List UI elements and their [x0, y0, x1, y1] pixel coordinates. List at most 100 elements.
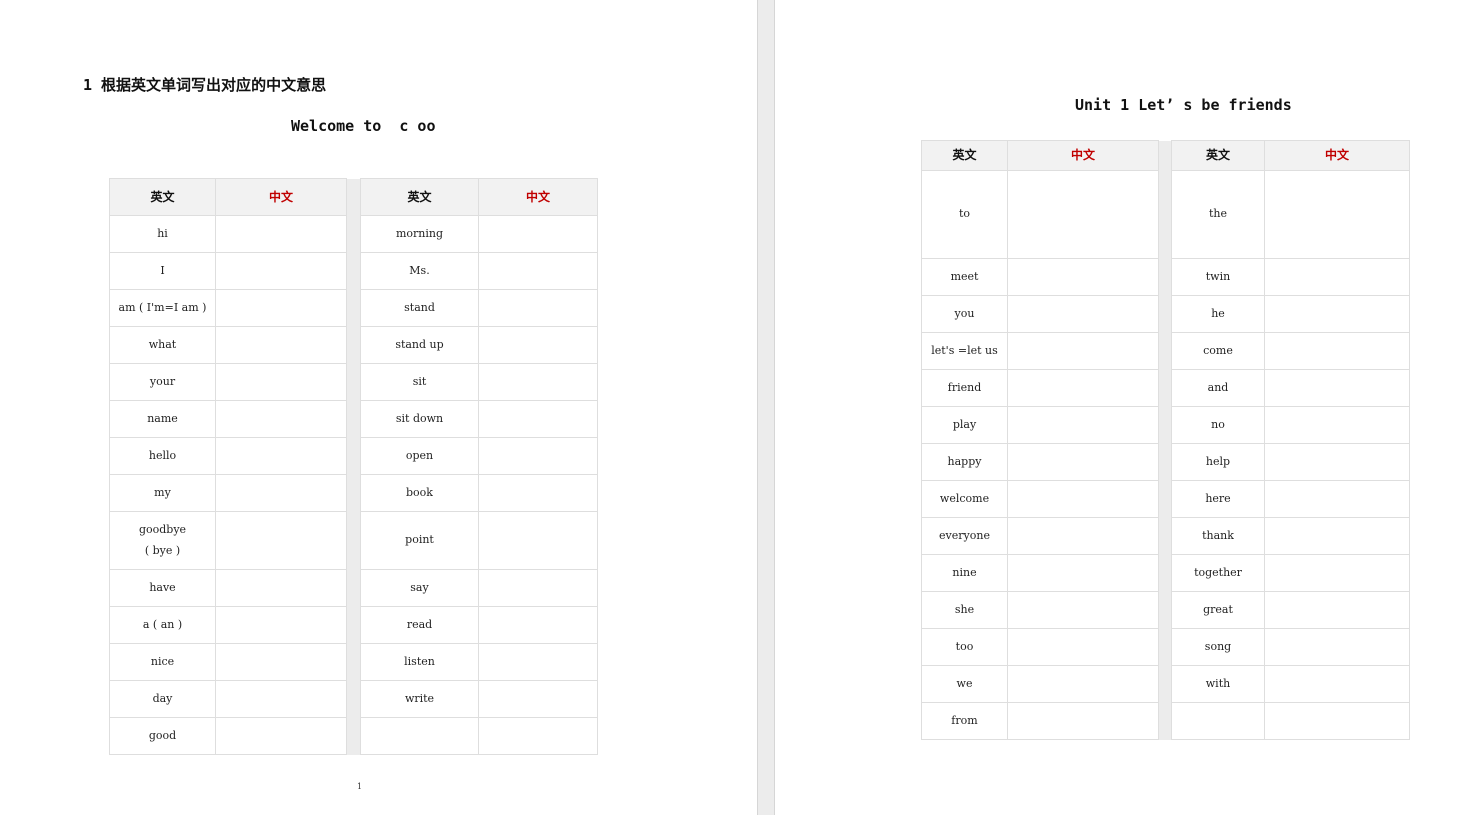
chinese-answer-cell — [215, 717, 347, 755]
chinese-answer-cell — [215, 511, 347, 570]
table-row: she great — [921, 591, 1410, 629]
english-word: a ( an ) — [109, 606, 216, 644]
chinese-answer-cell — [1007, 369, 1159, 407]
column-separator — [346, 569, 361, 607]
english-word: friend — [921, 369, 1008, 407]
table-row: you he — [921, 295, 1410, 333]
header-chinese: 中文 — [1007, 140, 1159, 171]
table-row: what stand up — [109, 326, 598, 364]
table-row: play no — [921, 406, 1410, 444]
english-word: day — [109, 680, 216, 718]
column-separator — [346, 215, 361, 253]
english-word — [360, 717, 479, 755]
column-separator — [1158, 591, 1172, 629]
table-row: a ( an ) read — [109, 606, 598, 644]
english-word: say — [360, 569, 479, 607]
table-row: everyone thank — [921, 517, 1410, 555]
table-row: good — [109, 717, 598, 755]
english-word: stand up — [360, 326, 479, 364]
chinese-answer-cell — [1007, 628, 1159, 666]
column-separator — [1158, 665, 1172, 703]
column-separator — [346, 437, 361, 475]
chinese-answer-cell — [478, 215, 598, 253]
column-separator — [1158, 702, 1172, 740]
table-row: have say — [109, 569, 598, 607]
column-separator — [1158, 554, 1172, 592]
english-word: welcome — [921, 480, 1008, 518]
column-separator — [346, 289, 361, 327]
chinese-answer-cell — [1264, 369, 1410, 407]
table-header-row: 英文 中文 英文 中文 — [921, 140, 1410, 171]
english-word: nine — [921, 554, 1008, 592]
english-word: Ms. — [360, 252, 479, 290]
chinese-answer-cell — [1264, 258, 1410, 296]
column-separator — [1158, 406, 1172, 444]
column-separator — [346, 252, 361, 290]
english-word: you — [921, 295, 1008, 333]
chinese-answer-cell — [215, 326, 347, 364]
english-word: I — [109, 252, 216, 290]
table-row: nice listen — [109, 643, 598, 681]
chinese-answer-cell — [478, 511, 598, 570]
chinese-answer-cell — [1007, 591, 1159, 629]
chinese-answer-cell — [1007, 517, 1159, 555]
english-word: name — [109, 400, 216, 438]
chinese-answer-cell — [1007, 702, 1159, 740]
english-word: no — [1171, 406, 1265, 444]
table-row: let's =let us come — [921, 332, 1410, 370]
table-row: goodbye( bye ) point — [109, 511, 598, 570]
english-word: stand — [360, 289, 479, 327]
english-word: great — [1171, 591, 1265, 629]
header-english: 英文 — [1171, 140, 1265, 171]
chinese-answer-cell — [1264, 628, 1410, 666]
column-separator — [1158, 140, 1172, 171]
column-separator — [1158, 628, 1172, 666]
table-row: too song — [921, 628, 1410, 666]
chinese-answer-cell — [478, 717, 598, 755]
english-word: meet — [921, 258, 1008, 296]
right-page: Unit 1 Let’ s be friends 英文 中文 英文 中文 to t… — [775, 0, 1480, 815]
chinese-answer-cell — [1007, 258, 1159, 296]
english-word: everyone — [921, 517, 1008, 555]
chinese-answer-cell — [215, 252, 347, 290]
column-separator — [346, 363, 361, 401]
table-row: friend and — [921, 369, 1410, 407]
header-chinese: 中文 — [478, 178, 598, 216]
chinese-answer-cell — [478, 569, 598, 607]
chinese-answer-cell — [478, 289, 598, 327]
vocab-table-right: 英文 中文 英文 中文 to the meet twin you he let's =let… — [921, 140, 1410, 740]
column-separator — [1158, 258, 1172, 296]
chinese-answer-cell — [1007, 443, 1159, 481]
chinese-answer-cell — [478, 326, 598, 364]
vocab-table-left: 英文 中文 英文 中文 hi morning I Ms. am ( I'm=I am )… — [109, 178, 598, 755]
english-word: we — [921, 665, 1008, 703]
column-separator — [1158, 369, 1172, 407]
table-row: we with — [921, 665, 1410, 703]
english-word: with — [1171, 665, 1265, 703]
english-word: nice — [109, 643, 216, 681]
english-word: twin — [1171, 258, 1265, 296]
column-separator — [346, 178, 361, 216]
english-word: open — [360, 437, 479, 475]
page-number: 1 — [357, 782, 363, 791]
chinese-answer-cell — [215, 680, 347, 718]
unit-title: Unit 1 Let’ s be friends — [1075, 96, 1292, 114]
table-row: nine together — [921, 554, 1410, 592]
table-row: hi morning — [109, 215, 598, 253]
chinese-answer-cell — [478, 606, 598, 644]
column-separator — [346, 326, 361, 364]
column-separator — [346, 643, 361, 681]
chinese-answer-cell — [1007, 554, 1159, 592]
column-separator — [1158, 480, 1172, 518]
english-word: here — [1171, 480, 1265, 518]
english-word: to — [921, 170, 1008, 259]
english-word: sit down — [360, 400, 479, 438]
column-separator — [1158, 443, 1172, 481]
english-word: help — [1171, 443, 1265, 481]
table-row: from — [921, 702, 1410, 740]
english-word: your — [109, 363, 216, 401]
column-separator — [346, 606, 361, 644]
chinese-answer-cell — [215, 363, 347, 401]
english-word: goodbye( bye ) — [109, 511, 216, 570]
chinese-answer-cell — [1007, 480, 1159, 518]
